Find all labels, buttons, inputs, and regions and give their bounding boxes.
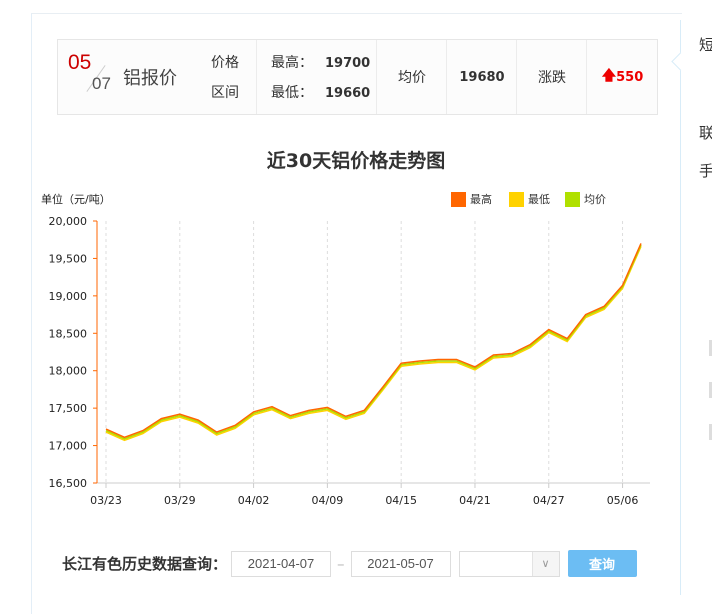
- y-tick-label: 19,000: [49, 290, 88, 303]
- x-tick-label: 04/21: [459, 494, 491, 507]
- query-label: 长江有色历史数据查询：: [62, 555, 228, 573]
- y-tick-label: 16,500: [49, 477, 88, 490]
- metal-select[interactable]: ∨: [458, 550, 560, 577]
- side-text: 手: [699, 162, 712, 180]
- x-tick-label: 04/02: [238, 494, 270, 507]
- y-tick-label: 20,000: [49, 215, 88, 228]
- series-line-1: [105, 246, 642, 442]
- chevron-down-icon: ∨: [531, 551, 559, 576]
- y-tick-label: 17,000: [49, 440, 88, 453]
- date-separator: –: [337, 554, 345, 573]
- x-tick-label: 04/09: [312, 494, 344, 507]
- series-line-2: [105, 244, 642, 440]
- side-text: 联: [699, 124, 712, 142]
- end-date-input[interactable]: 2021-05-07: [350, 550, 451, 577]
- side-text: 短: [699, 36, 712, 54]
- series-line-0: [105, 243, 642, 439]
- history-query: 长江有色历史数据查询： 2021-04-07 – 2021-05-07 ∨ 查询: [62, 550, 637, 577]
- x-tick-label: 03/29: [164, 494, 196, 507]
- start-date-input[interactable]: 2021-04-07: [231, 550, 332, 577]
- x-tick-label: 03/23: [90, 494, 122, 507]
- query-button[interactable]: 查询: [567, 550, 637, 577]
- y-tick-label: 19,500: [49, 252, 88, 265]
- side-panel: 短 联 手: [671, 20, 712, 595]
- x-tick-label: 04/27: [533, 494, 565, 507]
- y-tick-label: 18,000: [49, 365, 88, 378]
- x-tick-label: 05/06: [607, 494, 639, 507]
- y-tick-label: 18,500: [49, 327, 88, 340]
- line-chart: 03/23 03/29 04/02 04/09 04/15 04/21 04/27 05/06…: [49, 215, 650, 507]
- x-tick-label: 04/15: [385, 494, 417, 507]
- y-tick-label: 17,500: [49, 402, 88, 415]
